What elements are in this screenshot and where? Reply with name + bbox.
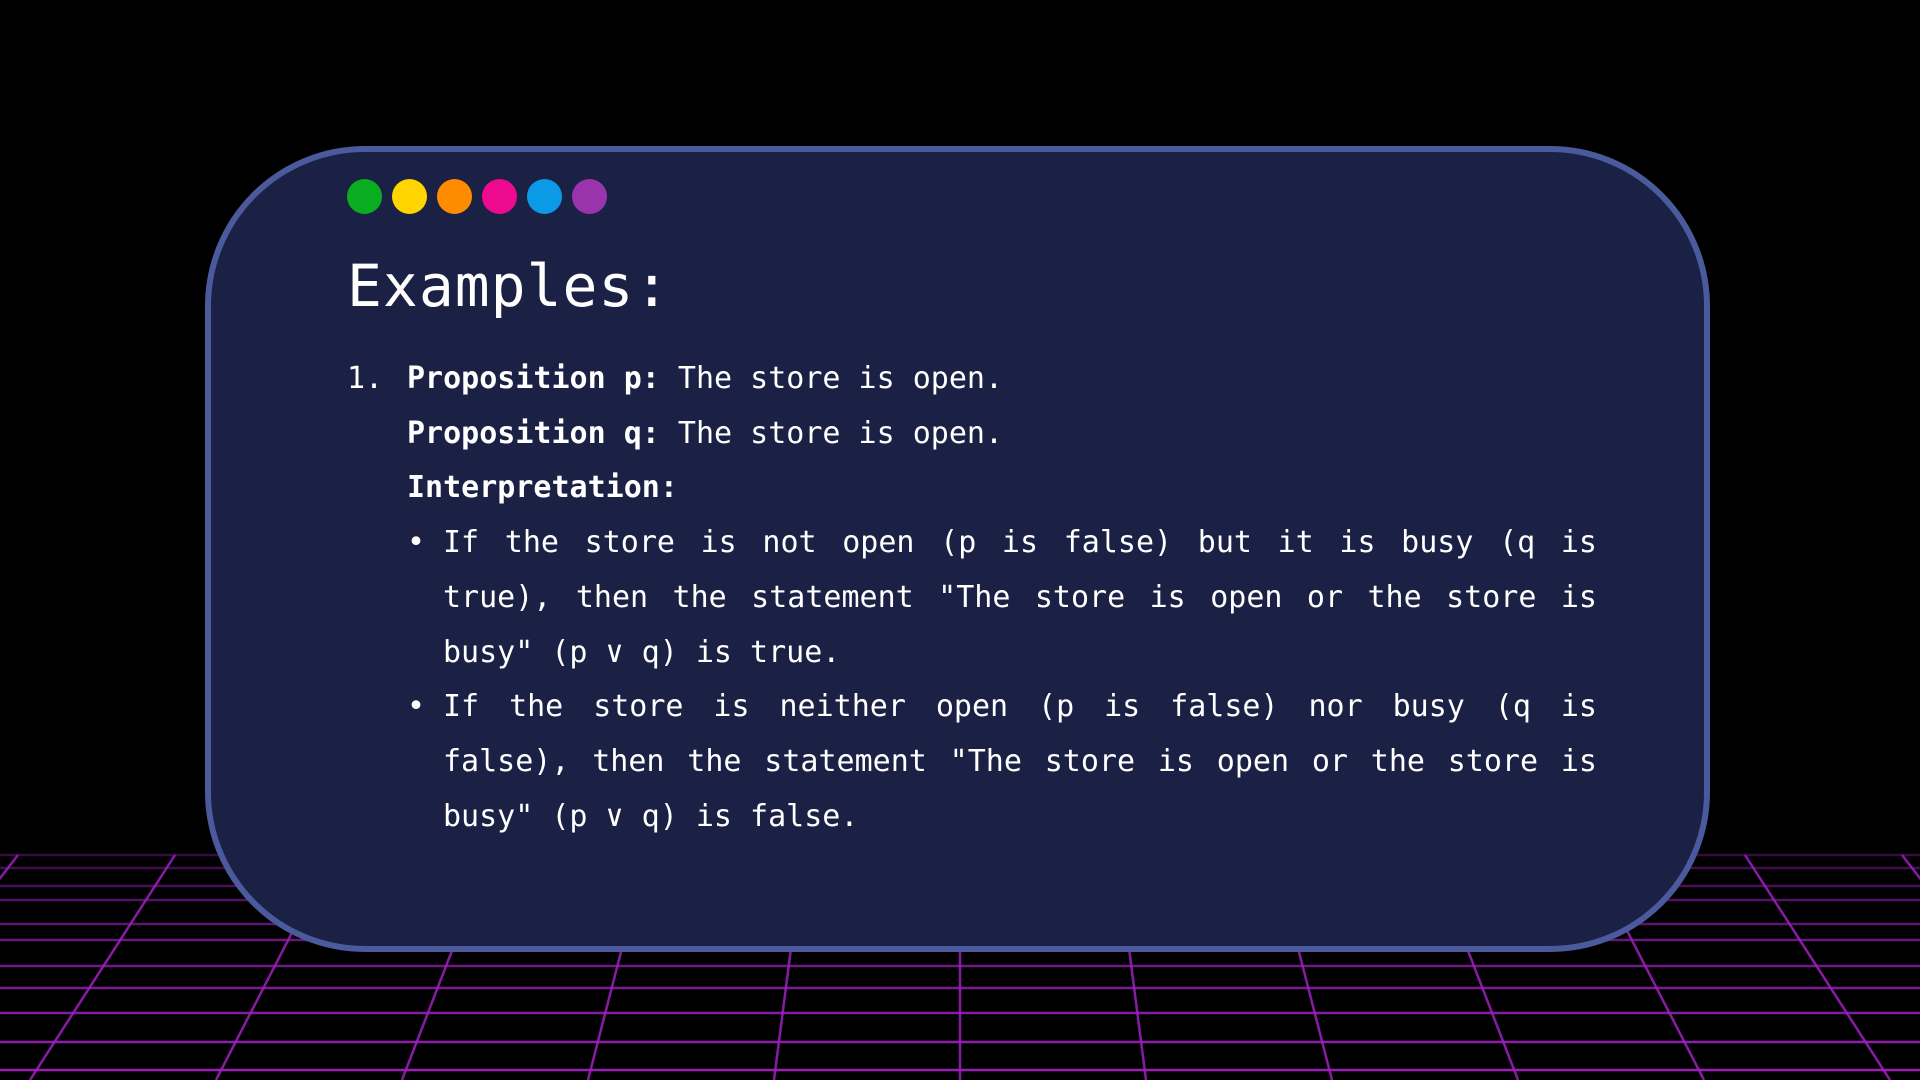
- bullet-marker: •: [407, 689, 426, 725]
- bullet-marker: •: [407, 525, 426, 561]
- bullet-item: • If the store is neither open (p is fal…: [407, 680, 1597, 844]
- blue-dot: [527, 179, 562, 214]
- page-title: Examples:: [347, 252, 671, 320]
- purple-dot: [572, 179, 607, 214]
- proposition-q-label: Proposition q:: [407, 415, 660, 451]
- proposition-q-text: The store is open.: [659, 415, 1004, 451]
- grid-vertical-line: [1743, 854, 1892, 1080]
- proposition-p-line: Proposition p: The store is open.: [407, 352, 1597, 407]
- content-card: Examples: 1. Proposition p: The store is…: [205, 146, 1710, 952]
- proposition-q-line: Proposition q: The store is open.: [407, 407, 1597, 462]
- grid-vertical-line: [28, 854, 177, 1080]
- interpretation-label: Interpretation:: [407, 470, 678, 506]
- bullet-item: • If the store is not open (p is false) …: [407, 516, 1597, 680]
- interpretation-bullets: • If the store is not open (p is false) …: [407, 516, 1597, 844]
- example-list: 1. Proposition p: The store is open. Pro…: [347, 352, 1597, 844]
- grid-vertical-line: [1901, 854, 1920, 881]
- green-dot: [347, 179, 382, 214]
- bullet-text: If the store is neither open (p is false…: [443, 689, 1597, 834]
- yellow-dot: [392, 179, 427, 214]
- pink-dot: [482, 179, 517, 214]
- proposition-p-text: The store is open.: [659, 361, 1004, 396]
- orange-dot: [437, 179, 472, 214]
- bullet-text: If the store is not open (p is false) bu…: [443, 525, 1597, 670]
- example-number: 1.: [347, 361, 384, 396]
- grid-vertical-line: [0, 854, 19, 881]
- proposition-p-label: Proposition p:: [407, 361, 660, 396]
- color-dots-row: [347, 179, 607, 214]
- example-item-1: 1. Proposition p: The store is open. Pro…: [347, 352, 1597, 844]
